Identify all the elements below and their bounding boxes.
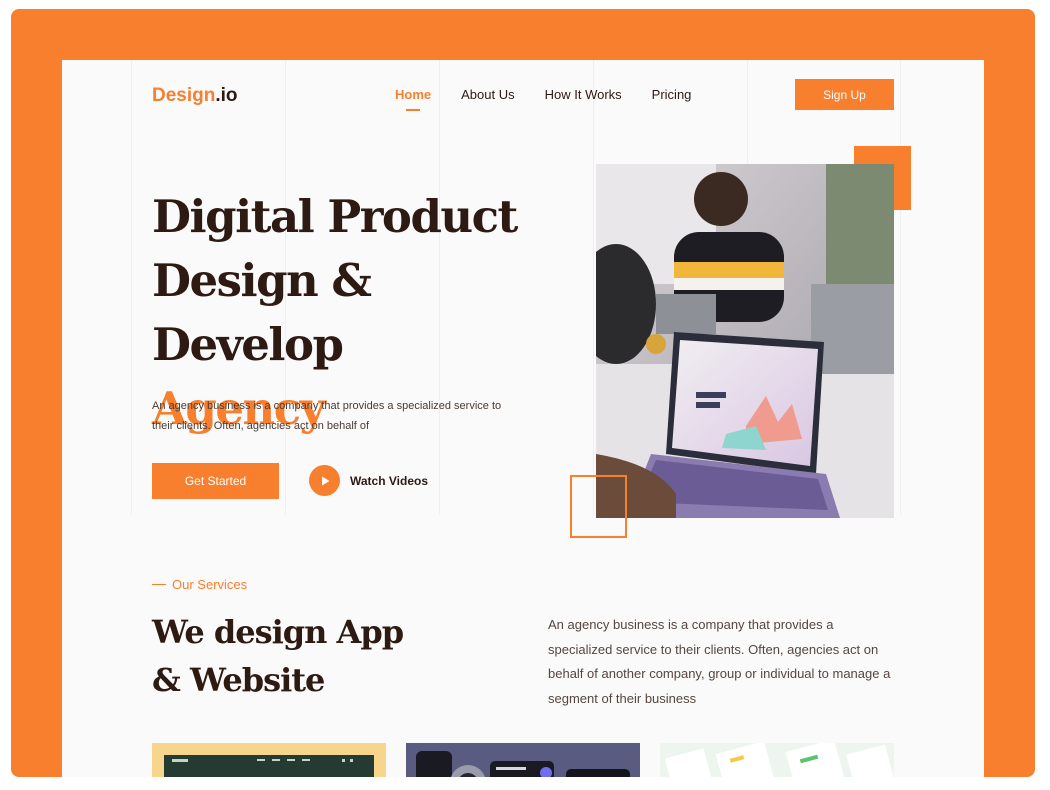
get-started-button[interactable]: Get Started [152,463,279,499]
hero-photo [596,164,894,518]
hero-photo-illustration [596,164,894,518]
nav-item-how-it-works[interactable]: How It Works [545,87,622,102]
service-card[interactable] [660,743,894,777]
grid-line [593,60,594,515]
play-icon [309,465,340,496]
services-title-line-1: We design App [152,613,404,651]
service-card[interactable] [406,743,640,777]
nav-item-pricing[interactable]: Pricing [652,87,692,102]
photo-outline-frame [570,475,627,538]
hero-description: An agency business is a company that pro… [152,400,502,432]
logo-tld: .io [215,85,238,106]
hero-title-line-2: Design & Develop [152,254,372,371]
grid-line [131,60,132,515]
service-card[interactable] [152,743,386,777]
services-title: We design App & Website [152,608,472,704]
landing-page: Design.io Home About Us How It Works Pri… [62,60,984,777]
services-title-line-2: & Website [152,661,325,699]
hero-title-line-1: Digital Product [152,190,518,243]
card-preview-image [664,743,894,777]
sign-up-button[interactable]: Sign Up [795,79,894,110]
tag-dash [152,583,166,586]
grid-line [900,60,901,515]
services-tag: Our Services [152,577,247,592]
brand-logo[interactable]: Design.io [152,85,238,107]
main-nav: Home About Us How It Works Pricing [395,87,691,102]
services-tag-label: Our Services [172,577,248,592]
nav-item-about-us[interactable]: About Us [461,87,514,102]
logo-main: Design [152,85,216,106]
services-description: An agency business is a company that pro… [548,617,891,706]
watch-videos-button[interactable]: Watch Videos [309,465,428,496]
card-preview-image [416,751,630,777]
watch-videos-label: Watch Videos [350,473,429,488]
outer-frame: Design.io Home About Us How It Works Pri… [11,9,1035,777]
card-preview-image [164,755,374,777]
nav-item-home[interactable]: Home [395,87,431,102]
